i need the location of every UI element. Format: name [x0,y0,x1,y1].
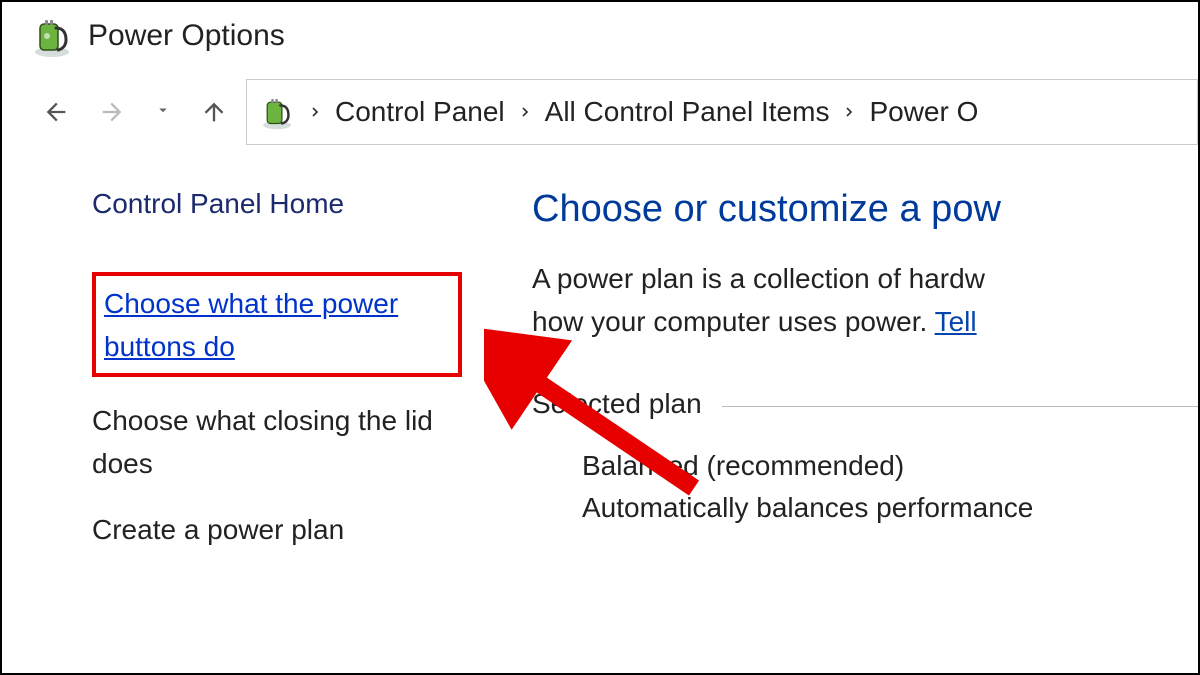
divider [722,406,1198,407]
breadcrumb-item[interactable]: Power O [869,96,978,128]
selected-plan-section: Selected plan Balanced (recommended) Aut… [532,388,1198,524]
selected-plan-header: Selected plan [532,388,1198,420]
title-bar: Power Options [2,2,1198,76]
history-dropdown[interactable] [154,101,172,124]
page-description: A power plan is a collection of hardw ho… [532,257,1198,344]
nav-bar: Control Panel All Control Panel Items Po… [2,76,1198,148]
main-panel: Choose or customize a pow A power plan i… [492,188,1198,573]
chevron-right-icon [841,104,857,120]
power-options-icon [259,94,295,130]
power-options-icon [30,14,74,58]
forward-button[interactable] [98,98,126,126]
back-button[interactable] [42,98,70,126]
control-panel-home-link[interactable]: Control Panel Home [92,188,462,220]
address-bar[interactable]: Control Panel All Control Panel Items Po… [246,79,1198,145]
chevron-right-icon [307,104,323,120]
selected-plan-label: Selected plan [532,388,702,420]
page-heading: Choose or customize a pow [532,188,1198,231]
desc-line1: A power plan is a collection of hardw [532,263,985,294]
up-button[interactable] [200,98,228,126]
window-title: Power Options [88,19,285,53]
highlight-annotation: Choose what the power buttons do [92,272,462,377]
choose-closing-lid-link[interactable]: Choose what closing the lid does [92,399,462,486]
tell-me-more-link[interactable]: Tell [935,306,977,337]
plan-name[interactable]: Balanced (recommended) [582,450,1198,482]
desc-line2: how your computer uses power. [532,306,935,337]
breadcrumb-item[interactable]: Control Panel [335,96,505,128]
create-power-plan-link[interactable]: Create a power plan [92,508,462,551]
breadcrumb-item[interactable]: All Control Panel Items [545,96,830,128]
choose-power-buttons-link[interactable]: Choose what the power buttons do [104,282,450,369]
sidebar: Control Panel Home Choose what the power… [2,188,492,573]
plan-description: Automatically balances performance [582,492,1198,524]
chevron-right-icon [517,104,533,120]
nav-buttons [42,98,228,126]
content-area: Control Panel Home Choose what the power… [2,148,1198,573]
